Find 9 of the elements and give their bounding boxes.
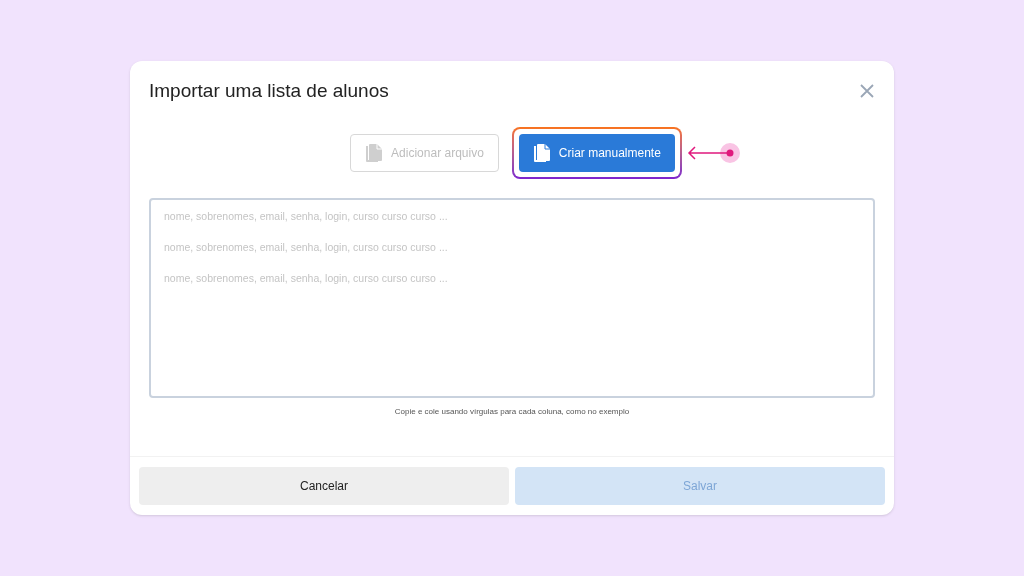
- cancel-button[interactable]: Cancelar: [139, 467, 509, 505]
- documents-icon: [365, 143, 384, 163]
- hint-text: Copie e cole usando vírgulas para cada coluna, como no exemplo: [394, 405, 630, 418]
- pointer-arrow: [686, 142, 743, 164]
- mode-button[interactable]: Criar manualmente: [518, 134, 675, 172]
- close-icon[interactable]: [860, 84, 874, 99]
- documents-icon: [532, 143, 551, 163]
- dialog-title: Importar uma lista de alunos: [149, 79, 389, 103]
- mode-button[interactable]: Adicionar arquivo: [350, 134, 499, 172]
